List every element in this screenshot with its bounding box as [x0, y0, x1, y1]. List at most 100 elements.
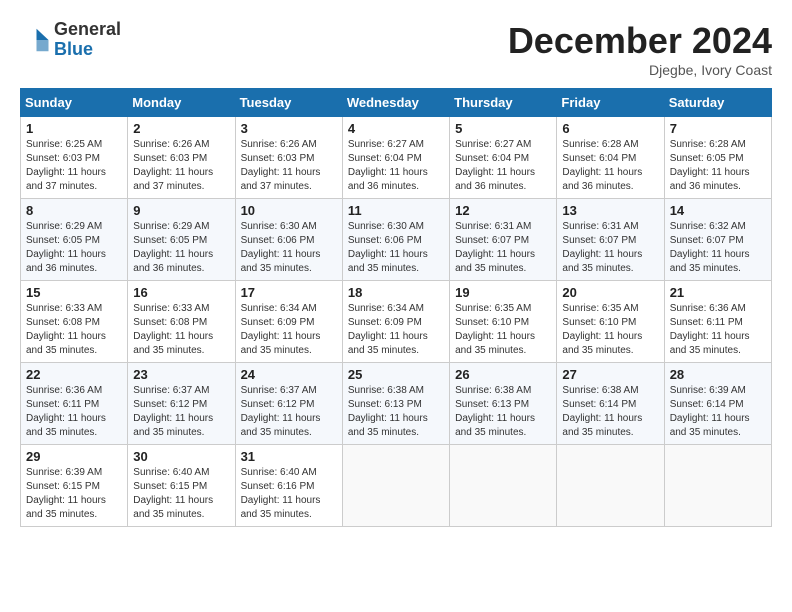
day-number: 24 [241, 367, 337, 382]
day-number: 10 [241, 203, 337, 218]
day-info: Sunrise: 6:25 AMSunset: 6:03 PMDaylight:… [26, 138, 122, 194]
day-number: 13 [562, 203, 658, 218]
day-info: Sunrise: 6:35 AMSunset: 6:10 PMDaylight:… [562, 302, 658, 358]
calendar-week-row: 29 Sunrise: 6:39 AMSunset: 6:15 PMDayligh… [21, 445, 772, 527]
calendar-cell [664, 445, 771, 527]
calendar-cell: 29 Sunrise: 6:39 AMSunset: 6:15 PMDayligh… [21, 445, 128, 527]
day-number: 20 [562, 285, 658, 300]
day-number: 8 [26, 203, 122, 218]
calendar-cell: 6 Sunrise: 6:28 AMSunset: 6:04 PMDaylight… [557, 117, 664, 199]
calendar-cell: 13Sunrise: 6:31 AMSunset: 6:07 PMDayligh… [557, 199, 664, 281]
logo-general-text: General [54, 20, 121, 40]
day-number: 19 [455, 285, 551, 300]
day-info: Sunrise: 6:27 AMSunset: 6:04 PMDaylight:… [348, 138, 444, 194]
calendar-cell: 15Sunrise: 6:33 AMSunset: 6:08 PMDayligh… [21, 281, 128, 363]
day-info: Sunrise: 6:26 AMSunset: 6:03 PMDaylight:… [133, 138, 229, 194]
calendar-cell: 9 Sunrise: 6:29 AMSunset: 6:05 PMDaylight… [128, 199, 235, 281]
day-number: 31 [241, 449, 337, 464]
day-number: 22 [26, 367, 122, 382]
day-info: Sunrise: 6:38 AMSunset: 6:13 PMDaylight:… [455, 384, 551, 440]
day-number: 18 [348, 285, 444, 300]
day-number: 28 [670, 367, 766, 382]
day-info: Sunrise: 6:37 AMSunset: 6:12 PMDaylight:… [241, 384, 337, 440]
calendar-cell: 20 Sunrise: 6:35 AMSunset: 6:10 PMDayligh… [557, 281, 664, 363]
day-number: 12 [455, 203, 551, 218]
day-info: Sunrise: 6:34 AMSunset: 6:09 PMDaylight:… [348, 302, 444, 358]
day-info: Sunrise: 6:27 AMSunset: 6:04 PMDaylight:… [455, 138, 551, 194]
day-info: Sunrise: 6:40 AMSunset: 6:15 PMDaylight:… [133, 466, 229, 522]
day-info: Sunrise: 6:34 AMSunset: 6:09 PMDaylight:… [241, 302, 337, 358]
day-number: 25 [348, 367, 444, 382]
day-info: Sunrise: 6:32 AMSunset: 6:07 PMDaylight:… [670, 220, 766, 276]
day-number: 3 [241, 121, 337, 136]
day-info: Sunrise: 6:31 AMSunset: 6:07 PMDaylight:… [455, 220, 551, 276]
weekday-header-wednesday: Wednesday [342, 89, 449, 117]
day-info: Sunrise: 6:30 AMSunset: 6:06 PMDaylight:… [241, 220, 337, 276]
calendar-cell: 1 Sunrise: 6:25 AMSunset: 6:03 PMDaylight… [21, 117, 128, 199]
day-number: 15 [26, 285, 122, 300]
calendar-cell: 31 Sunrise: 6:40 AMSunset: 6:16 PMDayligh… [235, 445, 342, 527]
day-info: Sunrise: 6:38 AMSunset: 6:14 PMDaylight:… [562, 384, 658, 440]
day-number: 29 [26, 449, 122, 464]
calendar-cell: 5 Sunrise: 6:27 AMSunset: 6:04 PMDaylight… [450, 117, 557, 199]
calendar-cell: 24 Sunrise: 6:37 AMSunset: 6:12 PMDayligh… [235, 363, 342, 445]
day-info: Sunrise: 6:29 AMSunset: 6:05 PMDaylight:… [133, 220, 229, 276]
calendar-cell: 14 Sunrise: 6:32 AMSunset: 6:07 PMDayligh… [664, 199, 771, 281]
calendar-cell: 11Sunrise: 6:30 AMSunset: 6:06 PMDayligh… [342, 199, 449, 281]
calendar-table: SundayMondayTuesdayWednesdayThursdayFrid… [20, 88, 772, 527]
day-info: Sunrise: 6:39 AMSunset: 6:14 PMDaylight:… [670, 384, 766, 440]
day-info: Sunrise: 6:40 AMSunset: 6:16 PMDaylight:… [241, 466, 337, 522]
page-header: General Blue December 2024 Djegbe, Ivory… [20, 20, 772, 78]
day-number: 6 [562, 121, 658, 136]
location-subtitle: Djegbe, Ivory Coast [508, 62, 772, 78]
month-title: December 2024 [508, 20, 772, 62]
calendar-cell: 2Sunrise: 6:26 AMSunset: 6:03 PMDaylight… [128, 117, 235, 199]
day-number: 16 [133, 285, 229, 300]
day-number: 1 [26, 121, 122, 136]
logo-blue-text: Blue [54, 40, 121, 60]
day-info: Sunrise: 6:29 AMSunset: 6:05 PMDaylight:… [26, 220, 122, 276]
calendar-week-row: 15Sunrise: 6:33 AMSunset: 6:08 PMDayligh… [21, 281, 772, 363]
day-info: Sunrise: 6:28 AMSunset: 6:05 PMDaylight:… [670, 138, 766, 194]
day-info: Sunrise: 6:28 AMSunset: 6:04 PMDaylight:… [562, 138, 658, 194]
day-info: Sunrise: 6:36 AMSunset: 6:11 PMDaylight:… [670, 302, 766, 358]
day-number: 14 [670, 203, 766, 218]
day-info: Sunrise: 6:38 AMSunset: 6:13 PMDaylight:… [348, 384, 444, 440]
day-number: 11 [348, 203, 444, 218]
day-number: 26 [455, 367, 551, 382]
calendar-cell [342, 445, 449, 527]
calendar-cell: 27 Sunrise: 6:38 AMSunset: 6:14 PMDayligh… [557, 363, 664, 445]
calendar-cell: 7Sunrise: 6:28 AMSunset: 6:05 PMDaylight… [664, 117, 771, 199]
calendar-cell: 4 Sunrise: 6:27 AMSunset: 6:04 PMDaylight… [342, 117, 449, 199]
calendar-cell: 18 Sunrise: 6:34 AMSunset: 6:09 PMDayligh… [342, 281, 449, 363]
calendar-cell: 22 Sunrise: 6:36 AMSunset: 6:11 PMDayligh… [21, 363, 128, 445]
day-number: 5 [455, 121, 551, 136]
calendar-cell: 3 Sunrise: 6:26 AMSunset: 6:03 PMDaylight… [235, 117, 342, 199]
calendar-week-row: 8 Sunrise: 6:29 AMSunset: 6:05 PMDaylight… [21, 199, 772, 281]
title-block: December 2024 Djegbe, Ivory Coast [508, 20, 772, 78]
day-number: 30 [133, 449, 229, 464]
calendar-cell: 8 Sunrise: 6:29 AMSunset: 6:05 PMDaylight… [21, 199, 128, 281]
calendar-cell: 28 Sunrise: 6:39 AMSunset: 6:14 PMDayligh… [664, 363, 771, 445]
calendar-cell [557, 445, 664, 527]
calendar-cell: 30 Sunrise: 6:40 AMSunset: 6:15 PMDayligh… [128, 445, 235, 527]
calendar-header-row: SundayMondayTuesdayWednesdayThursdayFrid… [21, 89, 772, 117]
calendar-week-row: 1 Sunrise: 6:25 AMSunset: 6:03 PMDaylight… [21, 117, 772, 199]
logo-icon [20, 25, 50, 55]
weekday-header-saturday: Saturday [664, 89, 771, 117]
day-info: Sunrise: 6:26 AMSunset: 6:03 PMDaylight:… [241, 138, 337, 194]
day-info: Sunrise: 6:36 AMSunset: 6:11 PMDaylight:… [26, 384, 122, 440]
calendar-cell: 25 Sunrise: 6:38 AMSunset: 6:13 PMDayligh… [342, 363, 449, 445]
day-number: 9 [133, 203, 229, 218]
day-info: Sunrise: 6:39 AMSunset: 6:15 PMDaylight:… [26, 466, 122, 522]
day-info: Sunrise: 6:37 AMSunset: 6:12 PMDaylight:… [133, 384, 229, 440]
day-info: Sunrise: 6:35 AMSunset: 6:10 PMDaylight:… [455, 302, 551, 358]
logo-text: General Blue [54, 20, 121, 60]
day-number: 4 [348, 121, 444, 136]
day-number: 21 [670, 285, 766, 300]
calendar-cell: 26 Sunrise: 6:38 AMSunset: 6:13 PMDayligh… [450, 363, 557, 445]
calendar-cell: 19 Sunrise: 6:35 AMSunset: 6:10 PMDayligh… [450, 281, 557, 363]
day-number: 27 [562, 367, 658, 382]
calendar-cell: 23Sunrise: 6:37 AMSunset: 6:12 PMDayligh… [128, 363, 235, 445]
calendar-cell [450, 445, 557, 527]
